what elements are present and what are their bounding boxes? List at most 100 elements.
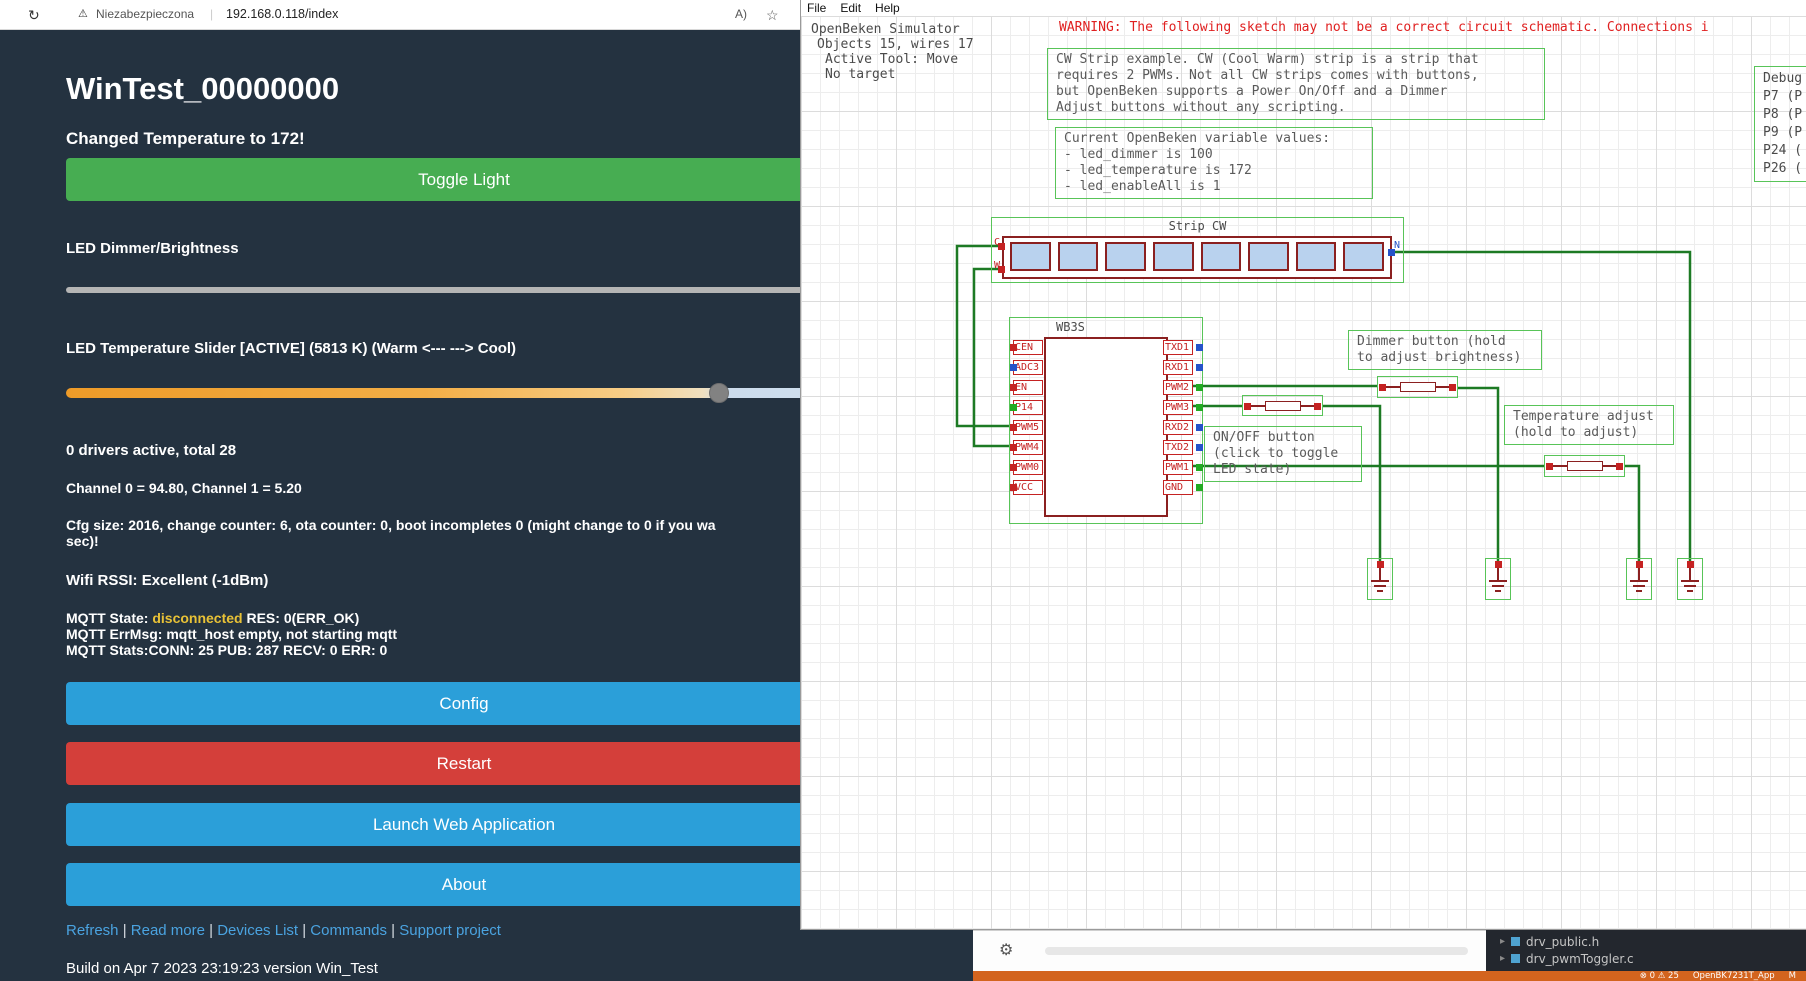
footer-link-refresh[interactable]: Refresh (66, 922, 119, 939)
pin-square-cen[interactable] (1010, 344, 1017, 351)
strip-pin-square-c[interactable] (998, 243, 1005, 250)
pin-square-pwm1[interactable] (1196, 464, 1203, 471)
pin-square-pwm3[interactable] (1196, 404, 1203, 411)
about-button[interactable]: About (66, 863, 862, 906)
variables-text-box[interactable]: Current OpenBeken variable values:- led_… (1055, 127, 1373, 199)
wb3s-chip-component[interactable]: WB3S CENADC3ENP14PWM5PWM4PWM0VCCTXD1RXD1… (1009, 317, 1203, 524)
led-segment[interactable] (1296, 242, 1337, 271)
button-body[interactable] (1400, 382, 1436, 392)
pin-label-pwm0[interactable]: PWM0 (1013, 460, 1043, 475)
pin-label-txd2[interactable]: TXD2 (1163, 440, 1193, 455)
pin-label-cen[interactable]: CEN (1013, 340, 1043, 355)
pin-square-rxd2[interactable] (1196, 424, 1203, 431)
strip-pin-square-n[interactable] (1388, 249, 1395, 256)
pin-label-gnd[interactable]: GND (1163, 480, 1193, 495)
horizontal-scrollbar[interactable] (1045, 947, 1468, 955)
ground-pin[interactable] (1687, 561, 1694, 568)
pin-label-en[interactable]: EN (1013, 380, 1043, 395)
pin-square-txd2[interactable] (1196, 444, 1203, 451)
menu-help[interactable]: Help (875, 1, 900, 15)
note-text-box[interactable]: CW Strip example. CW (Cool Warm) strip i… (1047, 48, 1545, 120)
led-segment[interactable] (1058, 242, 1099, 271)
footer-link-read-more[interactable]: Read more (131, 922, 205, 939)
pin-square-en[interactable] (1010, 384, 1017, 391)
temperature-slider-knob[interactable] (709, 383, 729, 403)
pin-square-pwm4[interactable] (1010, 444, 1017, 451)
ground-pin[interactable] (1495, 561, 1502, 568)
menu-file[interactable]: File (807, 1, 826, 15)
button-pin-left[interactable] (1379, 384, 1386, 391)
strip-pin-square-w[interactable] (998, 266, 1005, 273)
launch-web-app-button[interactable]: Launch Web Application (66, 803, 862, 846)
led-segment[interactable] (1105, 242, 1146, 271)
status-item[interactable]: M (1789, 971, 1796, 981)
pin-label-pwm1[interactable]: PWM1 (1163, 460, 1193, 475)
pin-square-pwm5[interactable] (1010, 424, 1017, 431)
favorites-icon[interactable]: ☆ (766, 7, 779, 24)
button-pin-right[interactable] (1314, 403, 1321, 410)
led-segment[interactable] (1343, 242, 1384, 271)
pin-label-pwm4[interactable]: PWM4 (1013, 440, 1043, 455)
pin-square-p14[interactable] (1010, 404, 1017, 411)
debug-text-box[interactable]: DebugP7 (PP8 (PP9 (PP24 (P26 ( (1754, 66, 1806, 182)
temperature-button-component[interactable] (1544, 455, 1625, 477)
led-segment[interactable] (1010, 242, 1051, 271)
menu-edit[interactable]: Edit (840, 1, 861, 15)
pin-label-pwm5[interactable]: PWM5 (1013, 420, 1043, 435)
dimmer-slider[interactable] (66, 287, 862, 293)
dimmer-note-box[interactable]: Dimmer button (holdto adjust brightness) (1348, 330, 1542, 370)
config-button[interactable]: Config (66, 682, 862, 725)
gear-icon[interactable]: ⚙ (999, 940, 1013, 960)
led-segment[interactable] (1153, 242, 1194, 271)
temperature-note-box[interactable]: Temperature adjust(hold to adjust) (1504, 405, 1674, 445)
led-segment[interactable] (1201, 242, 1242, 271)
temperature-slider-track[interactable] (66, 388, 862, 398)
dimmer-button-component[interactable] (1377, 376, 1458, 398)
pin-label-rxd1[interactable]: RXD1 (1163, 360, 1193, 375)
onoff-note-box[interactable]: ON/OFF button(click to toggleLED state) (1204, 426, 1362, 482)
read-aloud-icon[interactable]: A) (735, 7, 747, 21)
strip-cw-component[interactable]: Strip CW C W N (991, 217, 1404, 283)
onoff-button-component[interactable] (1242, 395, 1323, 416)
pin-square-adc3[interactable] (1010, 364, 1017, 371)
pin-square-vcc[interactable] (1010, 484, 1017, 491)
security-warning-icon[interactable]: ⚠ (78, 7, 88, 20)
ground-symbol[interactable] (1677, 558, 1703, 600)
pin-square-pwm0[interactable] (1010, 464, 1017, 471)
status-item[interactable]: ⊗ 0 ⚠ 25 (1640, 971, 1679, 981)
ground-symbol[interactable] (1367, 558, 1393, 600)
ground-symbol[interactable] (1485, 558, 1511, 600)
wire[interactable] (1458, 388, 1498, 562)
button-pin-left[interactable] (1546, 463, 1553, 470)
explorer-file[interactable]: ▸drv_pwmToggler.c (1486, 950, 1806, 967)
button-pin-right[interactable] (1449, 384, 1456, 391)
pin-label-p14[interactable]: P14 (1013, 400, 1043, 415)
restart-button[interactable]: Restart (66, 742, 862, 785)
pin-label-adc3[interactable]: ADC3 (1013, 360, 1043, 375)
footer-link-commands[interactable]: Commands (310, 922, 387, 939)
button-pin-left[interactable] (1244, 403, 1251, 410)
button-body[interactable] (1265, 401, 1301, 411)
led-segment[interactable] (1248, 242, 1289, 271)
button-pin-right[interactable] (1616, 463, 1623, 470)
url-text[interactable]: 192.168.0.118/index (226, 7, 338, 21)
pin-square-gnd[interactable] (1196, 484, 1203, 491)
wire[interactable] (1625, 466, 1639, 562)
explorer-file[interactable]: ▸drv_public.h (1486, 933, 1806, 950)
button-body[interactable] (1567, 461, 1603, 471)
ground-pin[interactable] (1377, 561, 1384, 568)
footer-link-support-project[interactable]: Support project (399, 922, 501, 939)
footer-link-devices-list[interactable]: Devices List (217, 922, 298, 939)
ground-symbol[interactable] (1626, 558, 1652, 600)
wire[interactable] (974, 269, 1013, 446)
temperature-slider[interactable] (66, 382, 862, 404)
status-item[interactable]: OpenBK7231T_App (1693, 971, 1775, 981)
pin-label-txd1[interactable]: TXD1 (1163, 340, 1193, 355)
ground-pin[interactable] (1636, 561, 1643, 568)
pin-label-pwm2[interactable]: PWM2 (1163, 380, 1193, 395)
reload-icon[interactable]: ↻ (28, 7, 40, 24)
pin-label-pwm3[interactable]: PWM3 (1163, 400, 1193, 415)
toggle-light-button[interactable]: Toggle Light (66, 158, 862, 201)
pin-square-pwm2[interactable] (1196, 384, 1203, 391)
pin-label-rxd2[interactable]: RXD2 (1163, 420, 1193, 435)
